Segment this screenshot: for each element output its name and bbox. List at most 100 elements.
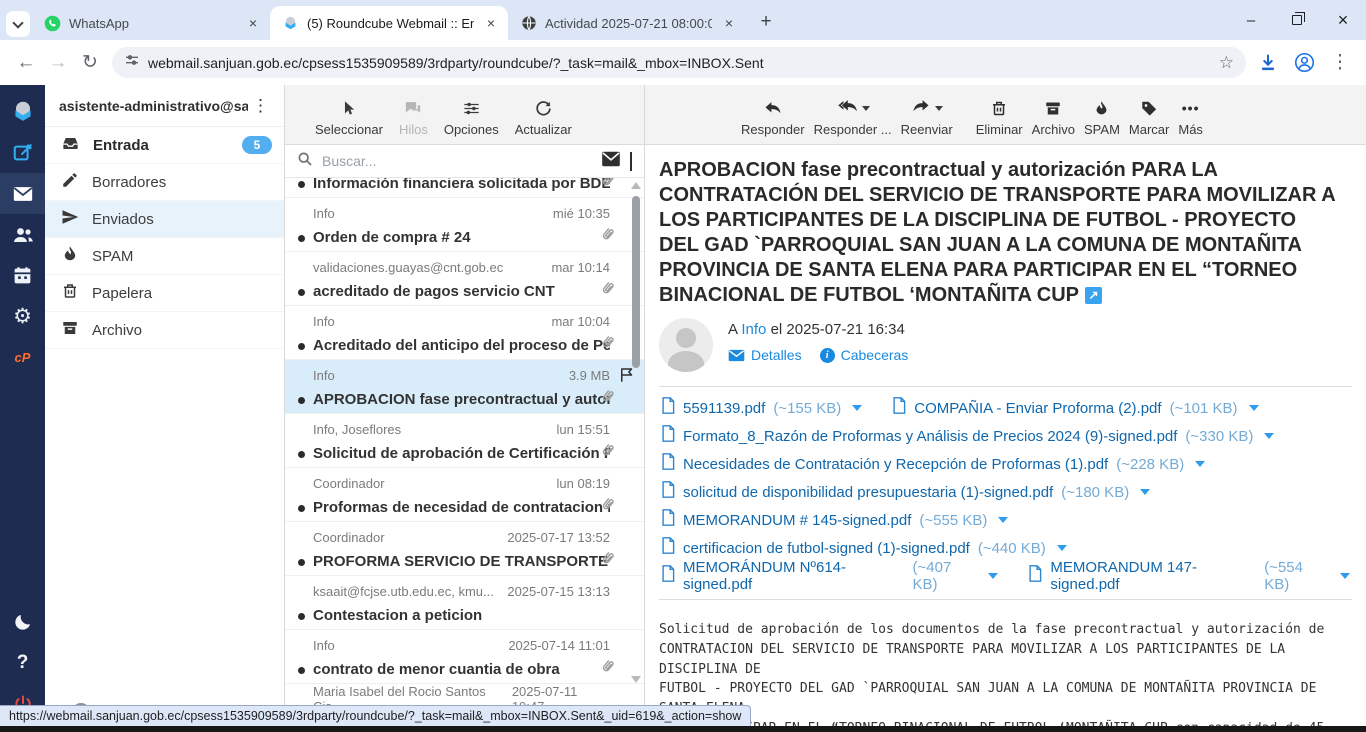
attachment-link[interactable]: certificacion de futbol-signed (1)-signe… xyxy=(661,537,1067,559)
forward-button[interactable]: → xyxy=(42,47,74,79)
more-button[interactable]: ••• Más xyxy=(1178,98,1203,137)
options-button[interactable]: Opciones xyxy=(444,98,499,137)
pdf-file-icon xyxy=(661,537,675,559)
attachment-menu-caret-icon[interactable] xyxy=(1057,545,1067,551)
contacts-button[interactable] xyxy=(0,214,45,255)
scroll-up-arrow[interactable] xyxy=(631,182,641,189)
open-in-new-window-icon[interactable]: ↗ xyxy=(1085,287,1102,304)
browser-addressbar: ← → ↻ webmail.sanjuan.gob.ec/cpsess15359… xyxy=(0,40,1366,85)
details-link[interactable]: Detalles xyxy=(728,347,802,363)
search-input[interactable]: Buscar... xyxy=(322,153,592,169)
message-row[interactable]: Info 3.9 MB APROBACION fase precontractu… xyxy=(285,360,644,414)
message-subject: Contestacion a peticion xyxy=(313,607,610,624)
delete-button[interactable]: Eliminar xyxy=(976,98,1023,137)
calendar-button[interactable] xyxy=(0,255,45,296)
sidebar-item-borradores[interactable]: Borradores xyxy=(45,164,284,201)
compose-button[interactable] xyxy=(0,132,45,173)
sidebar-item-papelera[interactable]: Papelera xyxy=(45,275,284,312)
attachment-menu-caret-icon[interactable] xyxy=(1340,573,1350,579)
back-button[interactable]: ← xyxy=(10,47,42,79)
attachment-size: (~330 KB) xyxy=(1185,428,1253,445)
settings-gear-icon[interactable]: ⚙ xyxy=(0,296,45,337)
attachment-menu-caret-icon[interactable] xyxy=(988,573,998,579)
reload-button[interactable]: ↻ xyxy=(74,47,106,79)
attachment-link[interactable]: 5591139.pdf (~155 KB) xyxy=(661,397,862,419)
attachment-menu-caret-icon[interactable] xyxy=(1264,433,1274,439)
message-row[interactable]: Info mié 10:35 Orden de compra # 24 xyxy=(285,198,644,252)
reply-all-button[interactable]: Responder ... xyxy=(814,98,892,137)
spam-button[interactable]: SPAM xyxy=(1084,98,1120,137)
message-row[interactable]: Coordinador 2025-07-17 13:52 PROFORMA SE… xyxy=(285,522,644,576)
unread-dot xyxy=(298,289,305,296)
recipient-link[interactable]: Info xyxy=(741,321,766,338)
attachment-link[interactable]: COMPAÑIA - Enviar Proforma (2).pdf (~101… xyxy=(892,397,1258,419)
profile-avatar-icon[interactable] xyxy=(1288,47,1320,79)
pdf-file-icon xyxy=(661,565,675,587)
tab-search-button[interactable] xyxy=(6,11,30,37)
new-tab-button[interactable]: + xyxy=(752,8,780,36)
attachment-menu-caret-icon[interactable] xyxy=(998,517,1008,523)
attachment-menu-caret-icon[interactable] xyxy=(852,405,862,411)
message-row[interactable]: Info 2025-07-14 11:01 contrato de menor … xyxy=(285,630,644,684)
folder-menu-kebab-icon[interactable]: ⋮ xyxy=(248,96,274,116)
url-text[interactable]: webmail.sanjuan.gob.ec/cpsess1535909589/… xyxy=(148,55,1211,71)
browser-tab-roundcube[interactable]: (5) Roundcube Webmail :: Envia × xyxy=(270,6,508,40)
forward-button[interactable]: Reenviar xyxy=(901,98,953,137)
sidebar-item-enviados[interactable]: Enviados xyxy=(45,201,284,238)
sidebar-item-spam[interactable]: SPAM xyxy=(45,238,284,275)
forward-caret-icon xyxy=(935,106,943,111)
attachment-menu-caret-icon[interactable] xyxy=(1140,489,1150,495)
scroll-down-arrow[interactable] xyxy=(631,676,641,683)
search-scope-mail-icon[interactable] xyxy=(601,151,621,172)
refresh-button[interactable]: Actualizar xyxy=(515,98,572,137)
attachment-link[interactable]: MEMORANDUM # 145-signed.pdf (~555 KB) xyxy=(661,509,1008,531)
help-icon[interactable]: ? xyxy=(0,642,45,683)
attachment-link[interactable]: Necesidades de Contratación y Recepción … xyxy=(661,453,1205,475)
mail-module-button[interactable] xyxy=(0,173,45,214)
unread-dot xyxy=(298,505,305,512)
attachment-link[interactable]: MEMORÁNDUM Nº614-signed.pdf (~407 KB) xyxy=(661,559,998,593)
downloads-icon[interactable] xyxy=(1252,47,1284,79)
attachment-row: 5591139.pdf (~155 KB) COMPAÑIA - Enviar … xyxy=(661,394,1350,422)
sidebar-item-archivo[interactable]: Archivo xyxy=(45,312,284,349)
message-row[interactable]: Coordinador lun 08:19 Proformas de neces… xyxy=(285,468,644,522)
tab-close-icon[interactable]: × xyxy=(482,14,500,32)
message-row[interactable]: Info mar 10:04 Acreditado del anticipo d… xyxy=(285,306,644,360)
sidebar-item-entrada[interactable]: Entrada 5 xyxy=(45,127,284,164)
dark-mode-moon-icon[interactable] xyxy=(0,601,45,642)
tab-close-icon[interactable]: × xyxy=(720,14,738,32)
search-bar[interactable]: Buscar... xyxy=(285,145,644,178)
attachment-menu-caret-icon[interactable] xyxy=(1249,405,1259,411)
url-bar[interactable]: webmail.sanjuan.gob.ec/cpsess1535909589/… xyxy=(112,47,1246,78)
tab-close-icon[interactable]: × xyxy=(244,14,262,32)
message-row[interactable]: ksaait@fcjse.utb.edu.ec, kmu... 2025-07-… xyxy=(285,576,644,630)
list-scrollbar[interactable] xyxy=(629,180,643,685)
reply-button[interactable]: Responder xyxy=(741,98,805,137)
message-sender: validaciones.guayas@cnt.gob.ec xyxy=(313,260,503,275)
restore-button[interactable] xyxy=(1274,0,1320,40)
archive-button[interactable]: Archivo xyxy=(1032,98,1075,137)
attachment-link[interactable]: solicitud de disponibilidad presupuestar… xyxy=(661,481,1150,503)
browser-tab-whatsapp[interactable]: WhatsApp × xyxy=(32,6,270,40)
unread-dot xyxy=(298,559,305,566)
message-row[interactable]: Info, Joseflores lun 15:51 Solicitud de … xyxy=(285,414,644,468)
cpanel-icon[interactable]: cP xyxy=(0,337,45,378)
mark-button[interactable]: ••• Marcar xyxy=(1129,98,1169,137)
scrollbar-thumb[interactable] xyxy=(632,196,640,368)
browser-menu-icon[interactable]: ⋮ xyxy=(1324,47,1356,79)
browser-tab-actividad[interactable]: Actividad 2025-07-21 08:00:00 × xyxy=(508,6,746,40)
attachment-link[interactable]: MEMORANDUM 147-signed.pdf (~554 KB) xyxy=(1028,559,1350,593)
attachment-menu-caret-icon[interactable] xyxy=(1195,461,1205,467)
bookmark-star-icon[interactable]: ☆ xyxy=(1219,53,1234,73)
site-info-icon[interactable] xyxy=(124,52,140,73)
minimize-button[interactable]: – xyxy=(1228,0,1274,40)
select-button[interactable]: Seleccionar xyxy=(315,98,383,137)
close-button[interactable]: × xyxy=(1320,0,1366,40)
search-options-chevron-icon[interactable] xyxy=(630,152,632,170)
message-row[interactable]: Información financiera solicitada por BD… xyxy=(285,178,644,198)
threads-button[interactable]: Hilos xyxy=(399,98,428,137)
attachment-link[interactable]: Formato_8_Razón de Proformas y Análisis … xyxy=(661,425,1274,447)
unread-dot xyxy=(298,397,305,404)
headers-link[interactable]: i Cabeceras xyxy=(820,347,909,363)
message-row[interactable]: validaciones.guayas@cnt.gob.ec mar 10:14… xyxy=(285,252,644,306)
